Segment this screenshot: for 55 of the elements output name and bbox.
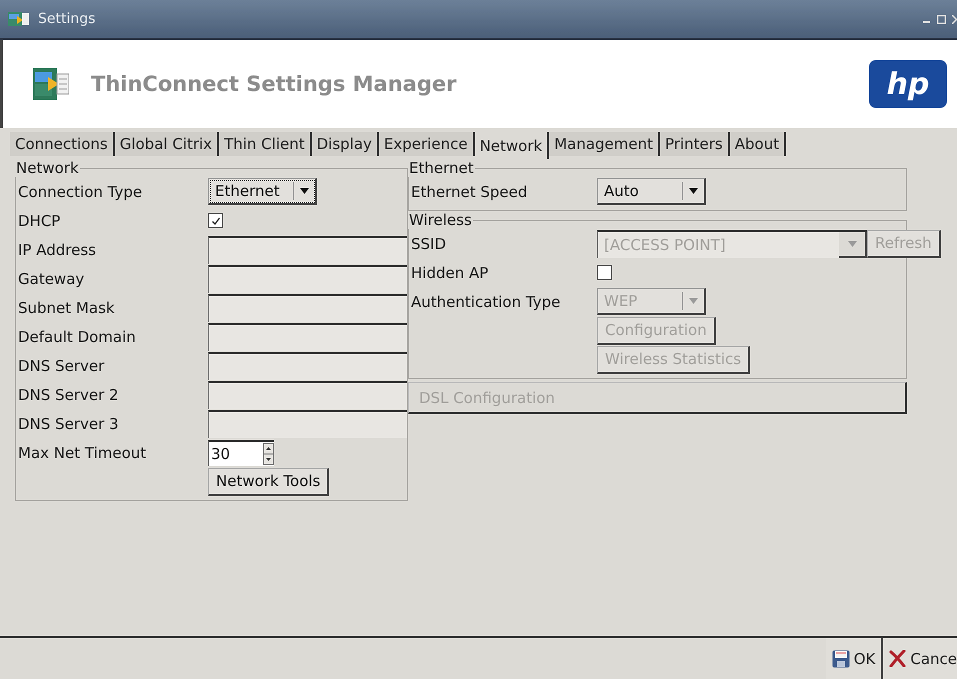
field-label: DNS Server <box>18 356 106 374</box>
group-title: Ethernet <box>408 159 475 177</box>
input-field[interactable] <box>208 322 407 350</box>
field-label: IP Address <box>18 240 97 258</box>
tab[interactable]: Printers <box>660 132 730 156</box>
input-field[interactable] <box>208 236 407 264</box>
field-label: Hidden AP <box>411 264 490 282</box>
field-label: SSID <box>411 234 448 252</box>
tab[interactable]: Global Citrix <box>114 132 220 156</box>
dropdown-arrow-icon <box>689 188 698 194</box>
app-icon <box>8 11 30 27</box>
tab[interactable]: Experience <box>378 132 475 156</box>
logo: hp <box>869 60 947 108</box>
field-label: Gateway <box>18 270 86 288</box>
save-icon <box>832 650 850 668</box>
field-label: DHCP <box>18 212 62 230</box>
dropdown[interactable]: Auto <box>597 178 706 205</box>
field-label: Authentication Type <box>411 292 562 310</box>
input-field[interactable] <box>208 264 407 292</box>
group-title: Wireless <box>408 211 473 229</box>
maximize-icon[interactable] <box>937 14 946 24</box>
input-field[interactable] <box>208 294 407 322</box>
checkbox[interactable] <box>597 265 612 280</box>
cancel-button[interactable]: Cance <box>883 638 957 679</box>
tab[interactable]: Thin Client <box>219 132 312 156</box>
checkbox[interactable] <box>208 213 223 228</box>
field-label: Connection Type <box>18 182 144 200</box>
field-label: DNS Server 3 <box>18 414 120 432</box>
field-label: Default Domain <box>18 328 137 346</box>
tab[interactable]: Connections <box>10 132 115 156</box>
dropdown[interactable]: Ethernet <box>208 178 317 205</box>
field-label: DNS Server 2 <box>18 386 120 404</box>
checkmark-icon <box>210 216 220 226</box>
tab[interactable]: About <box>730 132 786 156</box>
dropdown-arrow-icon <box>300 188 309 194</box>
field-label: Subnet Mask <box>18 298 116 316</box>
spinner-field[interactable]: 30 <box>208 440 274 466</box>
settings-manager-icon <box>33 68 69 100</box>
dropdown-arrow-icon <box>689 298 698 304</box>
group-title: Network <box>15 159 80 177</box>
field-label: Ethernet Speed <box>411 182 528 200</box>
field-label: Max Net Timeout <box>18 444 148 462</box>
input-field[interactable] <box>208 352 407 380</box>
cancel-icon <box>889 650 906 667</box>
window-title: Settings <box>38 11 96 27</box>
tab[interactable]: Management <box>549 132 660 156</box>
ok-button[interactable]: OK <box>826 638 884 679</box>
input-field[interactable] <box>208 380 407 408</box>
close-icon[interactable] <box>952 14 957 24</box>
header-title: ThinConnect Settings Manager <box>91 72 456 96</box>
input-field[interactable] <box>208 410 407 438</box>
spinner-arrows-icon[interactable] <box>263 442 274 464</box>
dropdown-arrow-icon <box>848 240 856 246</box>
network-tools-button[interactable]: Network Tools <box>208 468 330 496</box>
tab[interactable]: Display <box>312 132 379 156</box>
